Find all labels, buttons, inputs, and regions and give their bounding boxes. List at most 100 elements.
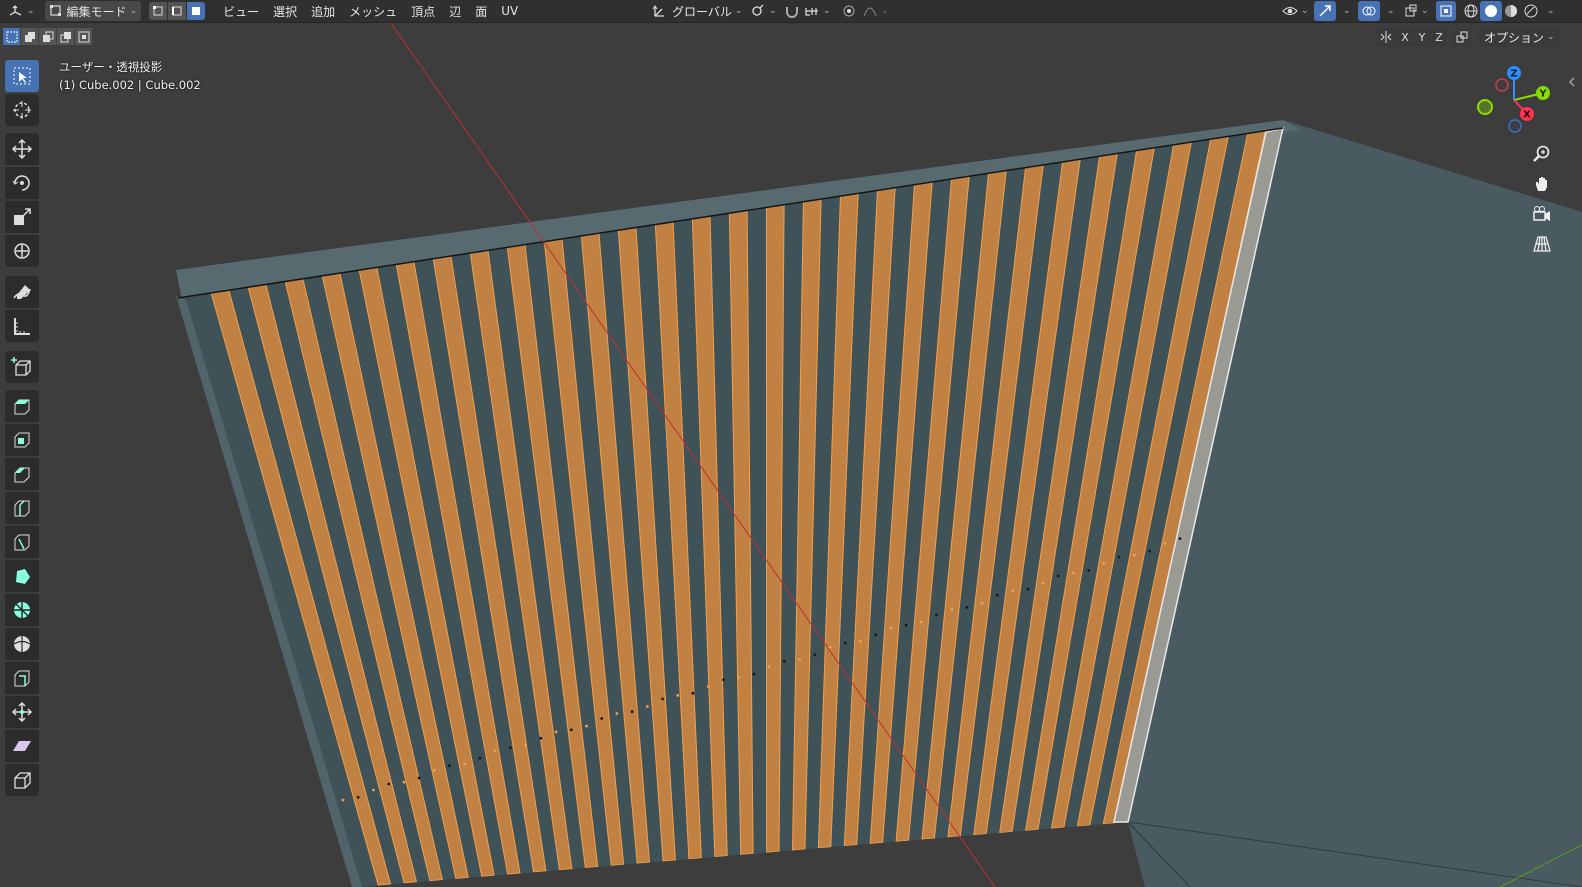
- tool-bevel[interactable]: [5, 458, 39, 490]
- tool-edge-slide[interactable]: [5, 662, 39, 694]
- move-icon: [11, 138, 33, 160]
- face-center-dot: [996, 593, 999, 597]
- tool-transform[interactable]: [5, 235, 39, 267]
- tool-rip[interactable]: [5, 764, 39, 796]
- tool-knife[interactable]: [5, 526, 39, 558]
- select-extend-button[interactable]: [21, 28, 38, 45]
- gizmo-toggle[interactable]: [1314, 1, 1336, 21]
- face-center-dot: [600, 717, 604, 720]
- transform-orientation-dropdown[interactable]: グローバル ⌄: [648, 1, 746, 21]
- gizmo-neg-y-handle[interactable]: [1477, 99, 1493, 115]
- overlay-toggle[interactable]: [1358, 1, 1380, 21]
- pivot-point-dropdown[interactable]: ⌄: [746, 1, 781, 21]
- mode-dropdown[interactable]: 編集モード ⌄: [44, 1, 142, 21]
- mesh-edit-overlay-dropdown[interactable]: ⌄: [1400, 1, 1433, 21]
- spin-icon: [14, 602, 30, 618]
- options-label: オプション: [1484, 30, 1545, 45]
- shading-rendered-button[interactable]: [1520, 1, 1542, 21]
- sidebar-toggle-strip[interactable]: [1562, 48, 1582, 887]
- orientation-label: グローバル: [672, 4, 732, 19]
- tool-shrink-fatten[interactable]: [5, 696, 39, 728]
- select-intersect-button[interactable]: [75, 28, 92, 45]
- extrude-icon: [14, 399, 30, 415]
- tool-poly-build[interactable]: [5, 560, 39, 592]
- zoom-button[interactable]: [1528, 141, 1556, 167]
- mirror-y-button[interactable]: Y: [1414, 28, 1430, 46]
- options-dropdown[interactable]: オプション ⌄: [1478, 28, 1561, 46]
- menu-mesh[interactable]: メッシュ: [342, 1, 404, 21]
- face-select-button[interactable]: [187, 2, 206, 20]
- poly-build-icon: [16, 569, 30, 584]
- face-center-dot: [661, 697, 664, 701]
- vertex-select-icon: [153, 6, 163, 16]
- menu-add[interactable]: 追加: [304, 1, 342, 21]
- cursor-icon: [13, 101, 31, 119]
- tool-measure[interactable]: [5, 310, 39, 342]
- tool-inset[interactable]: [5, 424, 39, 456]
- mirror-icon-button[interactable]: [1376, 28, 1396, 46]
- shading-dropdown[interactable]: ⌄: [1540, 1, 1559, 21]
- shading-solid-button[interactable]: [1480, 1, 1502, 21]
- tool-shelf: [2, 58, 42, 808]
- mirror-icon: [1380, 31, 1392, 43]
- proportional-edit-toggle[interactable]: [838, 1, 860, 21]
- shading-wireframe-button[interactable]: [1460, 1, 1482, 21]
- edge-select-button[interactable]: [168, 2, 187, 20]
- tool-smooth[interactable]: [5, 628, 39, 660]
- face-center-dot: [509, 746, 512, 750]
- orientation-icon: [652, 5, 664, 17]
- view3d-icon: [9, 5, 22, 16]
- add-cube-icon: [11, 357, 31, 376]
- tool-extrude[interactable]: [5, 390, 39, 422]
- mesh-symmetry-button[interactable]: [1452, 28, 1472, 46]
- tool-loop-cut[interactable]: [5, 492, 39, 524]
- face-center-dot: [569, 728, 573, 732]
- xray-toggle[interactable]: [1436, 1, 1456, 21]
- visibility-dropdown[interactable]: ⌄: [1278, 1, 1313, 21]
- tool-scale[interactable]: [5, 201, 39, 233]
- tool-spin[interactable]: [5, 594, 39, 626]
- shear-icon: [13, 741, 31, 751]
- mirror-x-button[interactable]: X: [1397, 28, 1413, 46]
- mirror-z-button[interactable]: Z: [1431, 28, 1447, 46]
- select-invert-button[interactable]: [57, 28, 74, 45]
- snap-target-dropdown[interactable]: ⌄: [800, 1, 835, 21]
- tool-annotate[interactable]: [5, 276, 39, 308]
- gizmo-dropdown[interactable]: ⌄: [1336, 1, 1355, 21]
- select-subtract-button[interactable]: [39, 28, 56, 45]
- chevron-down-icon: ⌄: [1547, 32, 1555, 42]
- vertex-select-button[interactable]: [149, 2, 168, 20]
- pan-button[interactable]: [1528, 171, 1556, 197]
- tool-cursor[interactable]: [5, 94, 39, 126]
- menu-vertex[interactable]: 頂点: [404, 1, 442, 21]
- shading-material-button[interactable]: [1500, 1, 1522, 21]
- toggle-perspective-button[interactable]: [1528, 231, 1556, 257]
- editor-type-button[interactable]: ⌄: [4, 1, 39, 21]
- gizmo-neg-z-handle[interactable]: [1508, 119, 1522, 133]
- face-center-dot: [524, 743, 527, 747]
- mode-label: 編集モード: [66, 4, 127, 19]
- proportional-falloff-dropdown[interactable]: ⌄: [858, 1, 893, 21]
- menu-face[interactable]: 面: [468, 1, 494, 21]
- viewport-info: ユーザー・透視投影 (1) Cube.002 | Cube.002: [59, 58, 201, 94]
- menu-edge[interactable]: 辺: [442, 1, 468, 21]
- face-center-dot: [448, 764, 451, 768]
- gizmo-neg-x-handle[interactable]: [1495, 78, 1509, 92]
- tool-rotate[interactable]: [5, 167, 39, 199]
- face-center-dot: [554, 730, 558, 734]
- menu-uv[interactable]: UV: [494, 1, 525, 21]
- menu-select[interactable]: 選択: [266, 1, 304, 21]
- menu-view[interactable]: ビュー: [216, 1, 266, 21]
- select-new-button[interactable]: [3, 28, 20, 45]
- navigation-gizmo[interactable]: Z Y X: [1472, 62, 1562, 142]
- overlay-dropdown[interactable]: ⌄: [1380, 1, 1399, 21]
- transform-icon: [14, 243, 30, 259]
- tool-shear[interactable]: [5, 730, 39, 762]
- chevron-left-icon: [1569, 77, 1575, 87]
- tool-add-cube[interactable]: [5, 351, 39, 383]
- tool-select-box[interactable]: [5, 60, 39, 92]
- smooth-icon: [13, 636, 31, 652]
- camera-view-button[interactable]: [1528, 201, 1556, 227]
- tool-move[interactable]: [5, 133, 39, 165]
- 3d-viewport[interactable]: [0, 0, 1582, 887]
